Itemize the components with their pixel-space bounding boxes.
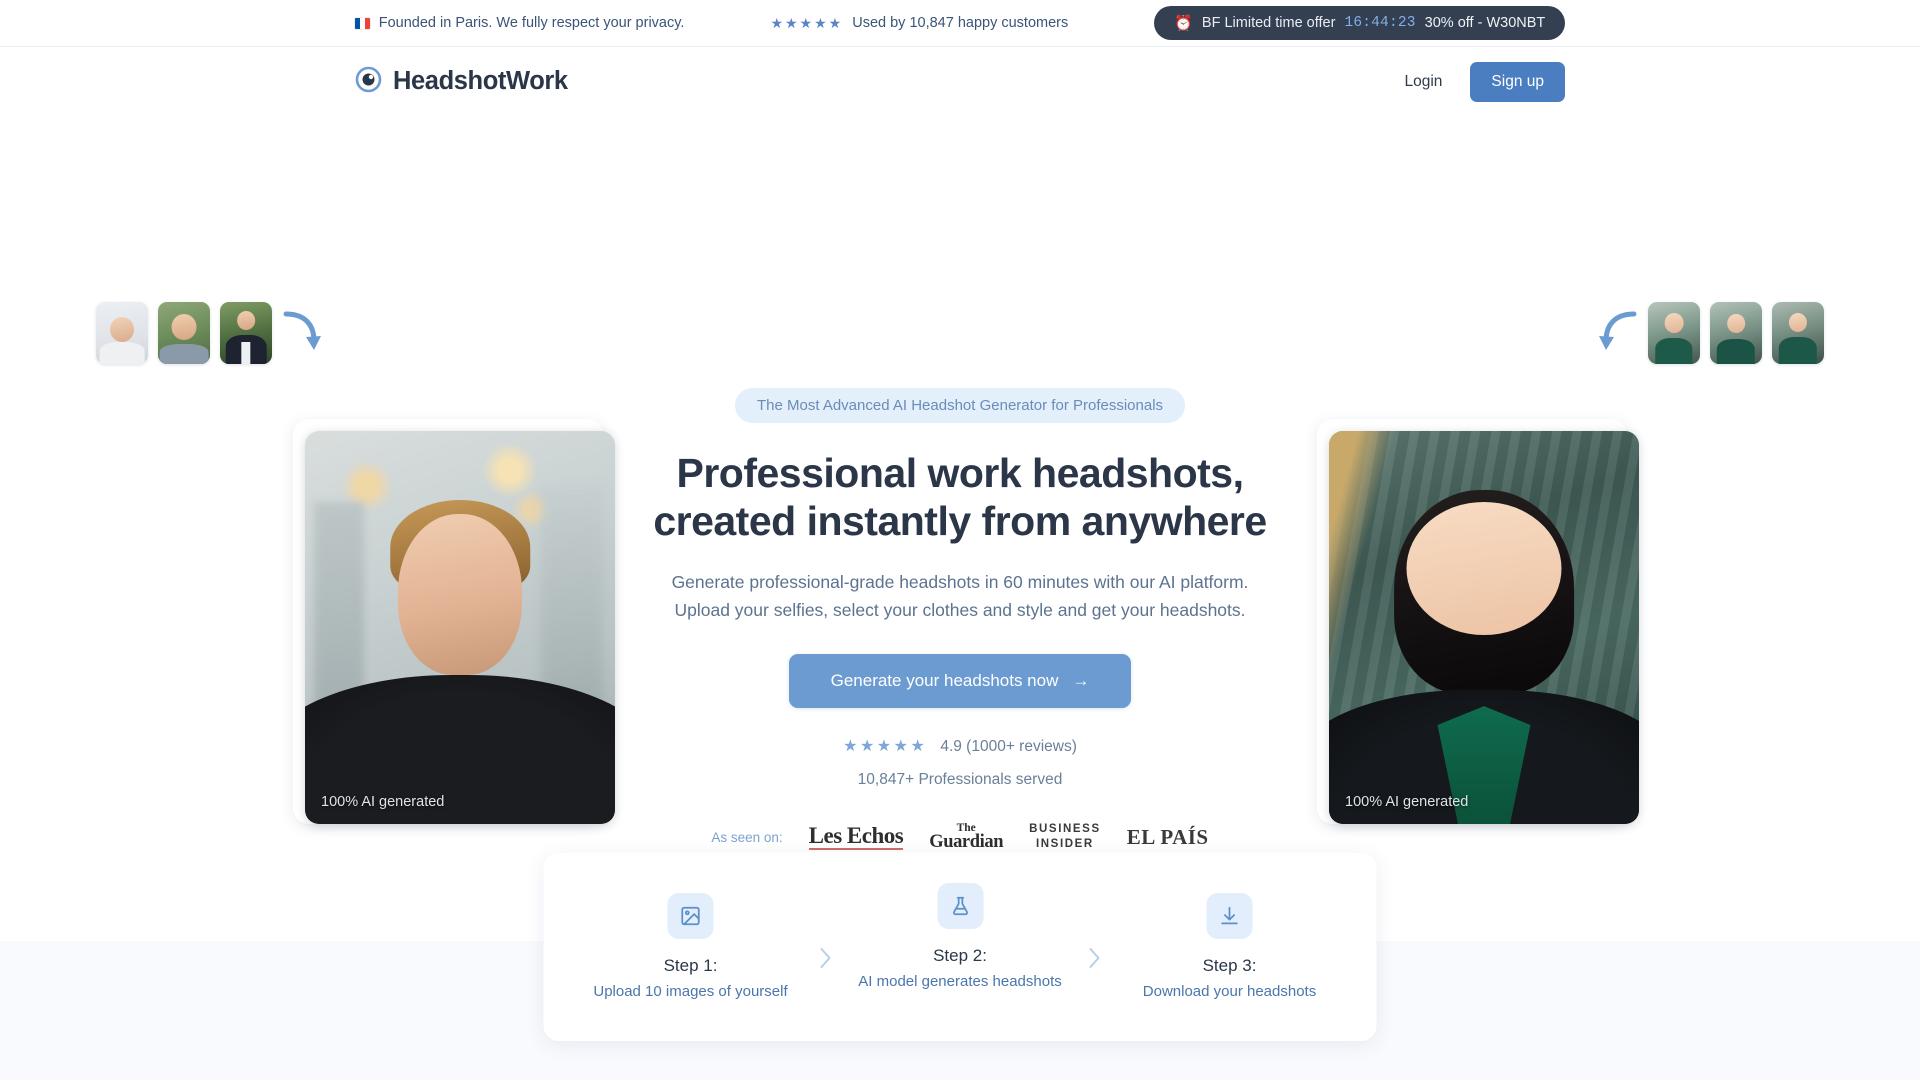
- photo-caption-right: 100% AI generated: [1345, 794, 1469, 810]
- signup-button[interactable]: Sign up: [1470, 61, 1565, 102]
- login-link[interactable]: Login: [1404, 73, 1442, 91]
- hero-section: 100% AI generated 100% AI generated The …: [0, 116, 1920, 951]
- header-nav: Login Sign up: [1404, 61, 1565, 102]
- ai-generated-male-headshot: 100% AI generated: [305, 431, 615, 824]
- hero-content: The Most Advanced AI Headshot Generator …: [650, 388, 1270, 852]
- offer-label: BF Limited time offer: [1201, 15, 1336, 31]
- press-label: As seen on:: [711, 829, 783, 845]
- press-logo-el-pais: EL PAÍS: [1126, 824, 1209, 849]
- press-logos: As seen on: Les Echos The Guardian BUSIN…: [650, 822, 1270, 852]
- input-selfies-strip: [96, 302, 322, 364]
- step-2: Step 2: AI model generates headshots: [849, 883, 1071, 993]
- step-3: Step 3: Download your headshots: [1119, 893, 1341, 1003]
- curved-arrow-down-right-icon: [282, 308, 322, 359]
- photo-caption-left: 100% AI generated: [321, 794, 445, 810]
- ai-generated-female-headshot: 100% AI generated: [1329, 431, 1639, 824]
- selfie-thumbnail-2: [158, 302, 210, 364]
- step-1-description: Upload 10 images of yourself: [593, 983, 788, 1000]
- hero-photo-card-left: 100% AI generated: [293, 419, 615, 824]
- french-flag-icon: [354, 17, 370, 29]
- image-icon: [667, 893, 714, 939]
- customers-count-text: Used by 10,847 happy customers: [852, 15, 1069, 31]
- steps-card: Step 1: Upload 10 images of yourself Ste…: [543, 853, 1377, 1041]
- generate-headshots-button[interactable]: Generate your headshots now →: [788, 654, 1132, 709]
- selfie-thumbnail-3: [220, 302, 272, 364]
- guardian-name: Guardian: [929, 832, 1004, 853]
- alarm-clock-icon: ⏰: [1174, 14, 1193, 32]
- star-rating-icon: ★★★★★: [770, 15, 844, 31]
- bi-line2: INSIDER: [1035, 838, 1094, 851]
- bi-line1: BUSINESS: [1029, 823, 1101, 836]
- brand-name: HeadshotWork: [393, 67, 568, 95]
- announcement-bar: Founded in Paris. We fully respect your …: [0, 0, 1920, 47]
- generated-thumbnail-1: [1648, 302, 1700, 364]
- selfie-thumbnail-1: [96, 302, 148, 364]
- customers-notice: ★★★★★ Used by 10,847 happy customers: [770, 15, 1068, 31]
- rating-summary: ★★★★★ 4.9 (1000+ reviews): [650, 738, 1270, 756]
- press-logo-les-echos: Les Echos: [808, 824, 904, 851]
- generated-thumbnail-3: [1772, 302, 1824, 364]
- download-icon: [1206, 893, 1253, 939]
- step-2-description: AI model generates headshots: [858, 973, 1062, 990]
- site-header: HeadshotWork Login Sign up: [0, 47, 1920, 116]
- rating-score-text: 4.9 (1000+ reviews): [940, 738, 1077, 756]
- step-2-title: Step 2:: [933, 946, 987, 965]
- hero-badge[interactable]: The Most Advanced AI Headshot Generator …: [734, 388, 1186, 423]
- step-chevron-1: [817, 945, 833, 976]
- privacy-notice-text: Founded in Paris. We fully respect your …: [378, 15, 685, 31]
- arrow-right-icon: →: [1072, 671, 1090, 691]
- generated-thumbnail-2: [1710, 302, 1762, 364]
- privacy-notice: Founded in Paris. We fully respect your …: [354, 15, 685, 31]
- step-1-title: Step 1:: [663, 956, 718, 975]
- step-3-title: Step 3:: [1202, 956, 1257, 975]
- step-3-description: Download your headshots: [1142, 983, 1317, 1000]
- press-logo-the-guardian: The Guardian: [929, 823, 1004, 853]
- limited-time-offer-badge[interactable]: ⏰ BF Limited time offer 16:44:23 30% off…: [1154, 6, 1566, 40]
- star-rating-icon: ★★★★★: [843, 738, 928, 756]
- flask-icon: [937, 883, 983, 929]
- brand-logo[interactable]: HeadshotWork: [355, 66, 568, 98]
- offer-discount-code: 30% off - W30NBT: [1424, 15, 1546, 31]
- press-logo-business-insider: BUSINESS INSIDER: [1029, 822, 1101, 852]
- curved-arrow-down-left-icon: [1598, 308, 1638, 359]
- headshotwork-logo-icon: [355, 66, 382, 98]
- hero-subheading: Generate professional-grade headshots in…: [671, 571, 1249, 621]
- professionals-served-text: 10,847+ Professionals served: [857, 771, 1063, 789]
- generated-headshots-strip: [1598, 302, 1824, 364]
- page-title: Professional work headshots, created ins…: [653, 450, 1267, 545]
- cta-label: Generate your headshots now: [830, 671, 1059, 691]
- step-chevron-2: [1087, 945, 1103, 976]
- hero-photo-card-right: 100% AI generated: [1317, 419, 1639, 824]
- offer-countdown-timer: 16:44:23: [1344, 15, 1416, 31]
- step-1: Step 1: Upload 10 images of yourself: [580, 893, 802, 1003]
